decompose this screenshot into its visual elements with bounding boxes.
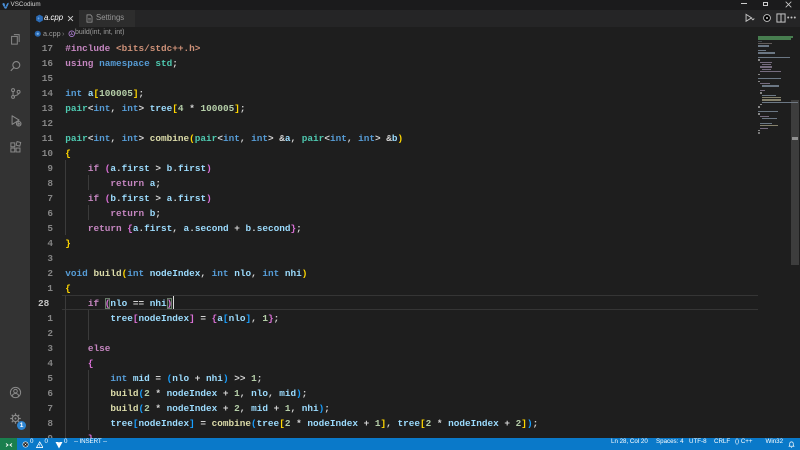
svg-text:+: + [37,16,40,21]
